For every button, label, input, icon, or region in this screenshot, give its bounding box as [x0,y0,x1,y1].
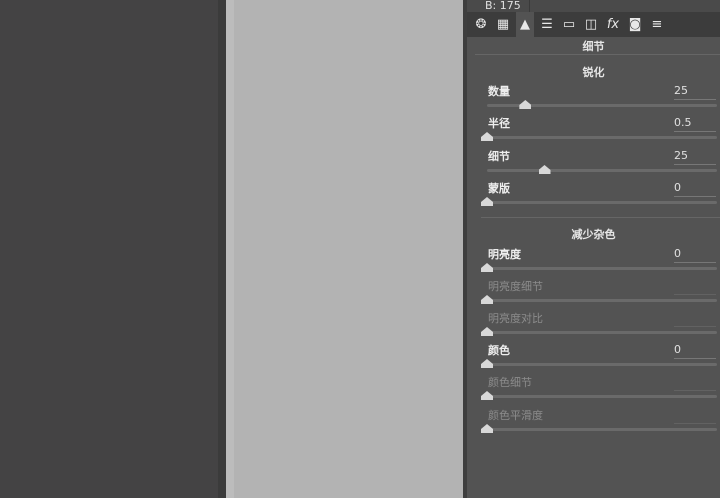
slider-thumb[interactable] [481,197,493,206]
slider-track[interactable] [487,267,717,270]
slider-track[interactable] [487,136,717,139]
slider-thumb [481,424,493,433]
slider-label: 颜色 [488,344,510,357]
tab-lens-corrections-icon[interactable]: ◫ [582,15,600,35]
slider-value-input[interactable]: 0 [674,247,716,260]
slider-thumb[interactable] [481,359,493,368]
slider-thumb [481,295,493,304]
slider-track[interactable] [487,201,717,204]
tone-curve-grid-icon: ▦ [496,17,510,32]
value-underline [674,131,716,132]
slider-thumb[interactable] [538,165,551,174]
blue-readout: B: 175 [485,0,521,12]
slider-label: 明亮度细节 [488,280,543,293]
value-underline [674,99,716,100]
value-underline [674,262,716,263]
slider-track [487,395,717,398]
slider-thumb[interactable] [519,100,532,109]
tab-camera-calibration-icon[interactable]: ◙ [626,15,644,35]
tab-tone-curve-grid-icon[interactable]: ▦ [494,15,512,35]
panel-title: 细节 [582,40,605,53]
slider-label: 颜色细节 [488,376,532,389]
presets-sliders-icon: ≡ [651,17,663,32]
slider-value-input[interactable]: 0.5 [674,116,716,129]
slider-track[interactable] [487,169,717,172]
tab-presets-sliders-icon[interactable]: ≡ [648,15,666,35]
slider-label: 蒙版 [488,182,510,195]
value-underline [674,358,716,359]
slider-label: 明亮度 [488,248,521,261]
divider-stripe [218,0,226,498]
tab-hsl-icon[interactable]: ☰ [538,15,556,35]
sharpening-heading: 锐化 [582,66,605,79]
tab-detail-mountain-icon[interactable]: ▲ [516,12,534,37]
slider-label: 数量 [488,85,510,98]
left-dark-area [0,0,218,498]
rgb-readout: B: 175 [467,0,720,12]
slider-thumb [481,327,493,336]
tab-basic-aperture-icon[interactable]: ❂ [472,15,490,35]
slider-value-input[interactable]: 25 [674,149,716,162]
slider-label: 半径 [488,117,510,130]
slider-label: 细节 [488,150,510,163]
canvas-edge [226,0,234,498]
slider-value-input[interactable]: 25 [674,84,716,97]
image-preview-canvas[interactable] [234,0,463,498]
section-divider [481,217,720,218]
value-underline [674,326,716,327]
panel-tabs: ❂ ▦ ▲ ☰ ▭ ◫ fx ◙ ≡ [467,12,720,37]
value-underline [674,390,716,391]
value-underline [674,164,716,165]
noise-reduction-heading: 减少杂色 [571,228,616,241]
split-toning-icon: ▭ [562,17,576,32]
value-underline [674,294,716,295]
value-underline [674,196,716,197]
tab-split-toning-icon[interactable]: ▭ [560,15,578,35]
hsl-icon: ☰ [541,17,553,32]
readout-separator [529,0,530,12]
slider-label: 明亮度对比 [488,312,543,325]
detail-mountain-icon: ▲ [520,17,530,32]
detail-panel: B: 175 ❂ ▦ ▲ ☰ ▭ ◫ fx ◙ ≡ 细节 锐化 数量 25 半径 0.5 细节 … [467,0,720,498]
slider-thumb [481,391,493,400]
lens-corrections-icon: ◫ [584,17,598,32]
slider-track[interactable] [487,363,717,366]
basic-aperture-icon: ❂ [475,17,487,32]
slider-row: 蒙版 0 [467,181,720,217]
title-divider [475,54,720,55]
slider-row: 颜色平滑度 [467,409,720,444]
slider-value-input[interactable]: 0 [674,343,716,356]
value-underline [674,423,716,424]
slider-label: 颜色平滑度 [488,409,543,422]
slider-track [487,299,717,302]
slider-track [487,331,717,334]
slider-thumb[interactable] [481,263,493,272]
camera-calibration-icon: ◙ [628,17,642,32]
slider-value-input[interactable]: 0 [674,181,716,194]
slider-track [487,428,717,431]
slider-thumb[interactable] [481,132,493,141]
tab-effects-fx-icon[interactable]: fx [604,15,622,35]
effects-fx-icon: fx [606,17,620,32]
